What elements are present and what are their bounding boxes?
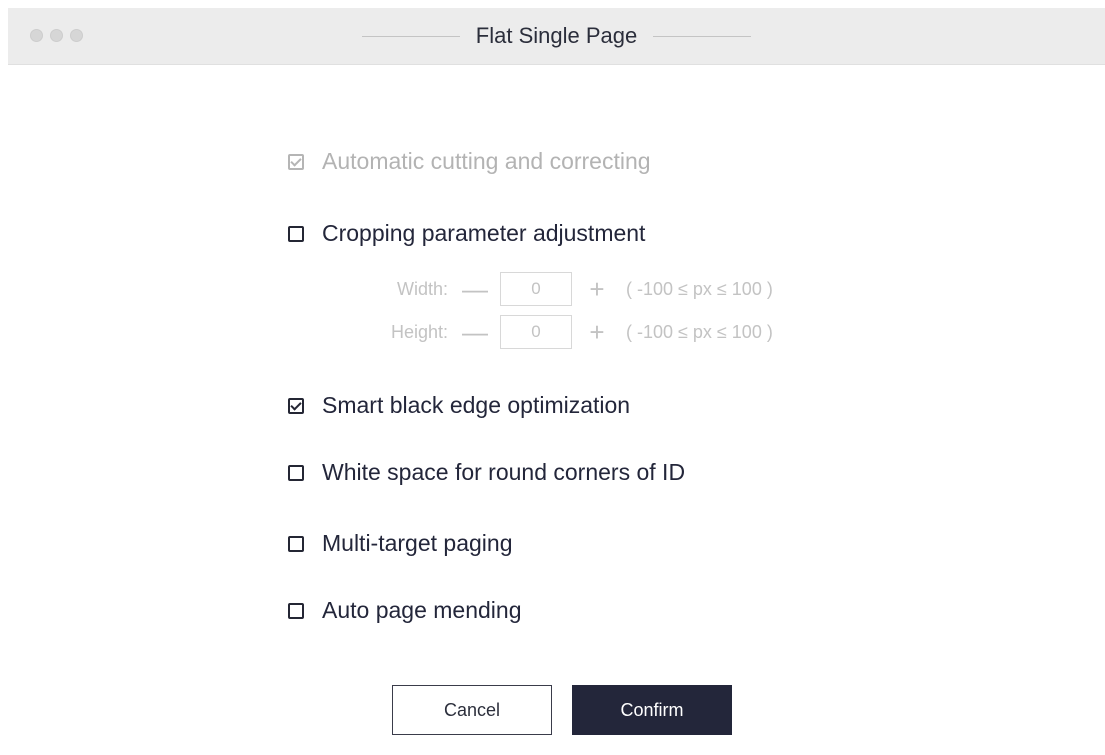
- height-param-row: Height: — + ( -100 ≤ px ≤ 100 ): [288, 315, 773, 349]
- width-decrement-button[interactable]: —: [458, 276, 492, 302]
- checkbox-icon[interactable]: [288, 535, 304, 552]
- width-param-row: Width: — + ( -100 ≤ px ≤ 100 ): [288, 272, 773, 306]
- title-group: Flat Single Page: [8, 8, 1105, 64]
- option-label: Smart black edge optimization: [322, 392, 631, 418]
- window-title: Flat Single Page: [475, 23, 638, 48]
- option-label: White space for round corners of ID: [322, 459, 686, 485]
- height-label: Height:: [390, 321, 448, 342]
- width-label: Width:: [396, 278, 448, 299]
- checkbox-icon[interactable]: [288, 464, 304, 481]
- confirm-button[interactable]: Confirm: [572, 685, 732, 735]
- width-range-hint: ( -100 ≤ px ≤ 100 ): [626, 278, 773, 299]
- checkbox-icon[interactable]: [288, 225, 304, 242]
- width-increment-button[interactable]: +: [580, 276, 614, 302]
- cancel-button[interactable]: Cancel: [392, 685, 552, 735]
- height-input[interactable]: [500, 315, 572, 349]
- flat-single-page-window: Flat Single Page Automatic cutting and c…: [0, 0, 1105, 755]
- width-input[interactable]: [500, 272, 572, 306]
- option-cropping-parameter[interactable]: Cropping parameter adjustment: [288, 220, 645, 247]
- title-bar: Flat Single Page: [8, 8, 1105, 65]
- option-automatic-cutting: Automatic cutting and correcting: [288, 148, 651, 175]
- title-divider-right: [653, 35, 752, 37]
- option-label: Auto page mending: [322, 597, 522, 623]
- option-smart-black-edge[interactable]: Smart black edge optimization: [288, 392, 630, 419]
- checkbox-icon-checked: [288, 153, 304, 170]
- option-auto-page-mending[interactable]: Auto page mending: [288, 597, 522, 624]
- option-label: Multi-target paging: [322, 530, 513, 556]
- checkbox-icon[interactable]: [288, 602, 304, 619]
- height-increment-button[interactable]: +: [580, 319, 614, 345]
- option-white-space-round-corners[interactable]: White space for round corners of ID: [288, 459, 685, 486]
- height-decrement-button[interactable]: —: [458, 319, 492, 345]
- checkbox-icon-checked[interactable]: [288, 397, 304, 414]
- option-multi-target-paging[interactable]: Multi-target paging: [288, 530, 513, 557]
- option-label: Cropping parameter adjustment: [322, 220, 646, 246]
- option-label: Automatic cutting and correcting: [322, 148, 651, 174]
- height-range-hint: ( -100 ≤ px ≤ 100 ): [626, 321, 773, 342]
- title-divider-left: [361, 35, 460, 37]
